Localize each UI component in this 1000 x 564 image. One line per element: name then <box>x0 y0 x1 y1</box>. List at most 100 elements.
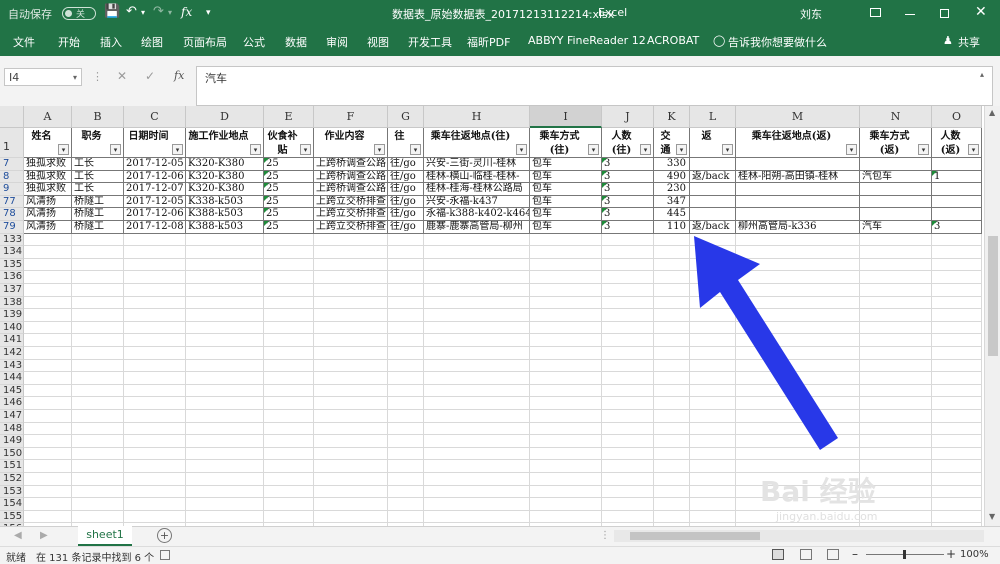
empty-cell[interactable] <box>186 296 264 310</box>
empty-cell[interactable] <box>264 397 314 410</box>
empty-cell[interactable] <box>314 498 388 511</box>
empty-cell[interactable] <box>72 284 124 297</box>
column-header-j[interactable]: J <box>602 106 654 128</box>
formula-input[interactable]: 汽车 <box>196 66 993 106</box>
tab-draw[interactable]: 绘图 <box>141 34 163 50</box>
empty-cell[interactable] <box>860 422 932 436</box>
empty-cell[interactable] <box>932 460 982 473</box>
empty-cell[interactable] <box>186 422 264 436</box>
empty-cell[interactable] <box>932 384 982 398</box>
tab-acrobat[interactable]: ACROBAT <box>647 34 699 47</box>
column-header-f[interactable]: F <box>314 106 388 128</box>
cell-count-go[interactable]: 3 <box>602 158 654 171</box>
cell-route-back[interactable]: 桂林-阳朔-高田镇-桂林 <box>736 170 860 184</box>
empty-cell[interactable] <box>932 372 982 385</box>
empty-cell[interactable] <box>72 422 124 436</box>
filter-dropdown-icon[interactable]: ▾ <box>968 144 979 155</box>
empty-cell[interactable] <box>388 359 424 373</box>
row-header[interactable]: 152 <box>0 473 24 486</box>
empty-cell[interactable] <box>388 284 424 297</box>
empty-cell[interactable] <box>264 410 314 423</box>
empty-cell[interactable] <box>264 498 314 511</box>
empty-cell[interactable] <box>124 284 186 297</box>
empty-cell[interactable] <box>24 284 72 297</box>
prev-sheet-icon[interactable]: ◀ <box>14 530 22 541</box>
empty-cell[interactable] <box>186 271 264 284</box>
empty-cell[interactable] <box>264 473 314 486</box>
empty-cell[interactable] <box>124 347 186 360</box>
row-header[interactable]: 153 <box>0 485 24 499</box>
empty-cell[interactable] <box>264 435 314 448</box>
tell-me-search[interactable]: 告诉我你想要做什么 <box>728 34 827 50</box>
empty-cell[interactable] <box>72 510 124 524</box>
header-cell-site[interactable]: 施工作业地点 ▾ <box>186 128 264 158</box>
empty-cell[interactable] <box>24 384 72 398</box>
empty-cell[interactable] <box>530 334 602 347</box>
empty-cell[interactable] <box>388 498 424 511</box>
empty-cell[interactable] <box>602 410 654 423</box>
empty-cell[interactable] <box>530 485 602 499</box>
empty-cell[interactable] <box>24 372 72 385</box>
empty-cell[interactable] <box>24 296 72 310</box>
empty-cell[interactable] <box>314 485 388 499</box>
empty-cell[interactable] <box>690 473 736 486</box>
empty-cell[interactable] <box>602 334 654 347</box>
empty-cell[interactable] <box>264 296 314 310</box>
cell-mode-go[interactable]: 包车 <box>530 183 602 196</box>
empty-cell[interactable] <box>932 334 982 347</box>
empty-cell[interactable] <box>124 296 186 310</box>
cell-fare[interactable]: 347 <box>654 195 690 209</box>
cell-count-go[interactable]: 3 <box>602 195 654 209</box>
row-header[interactable]: 78 <box>0 208 24 221</box>
empty-cell[interactable] <box>264 258 314 272</box>
empty-cell[interactable] <box>424 498 530 511</box>
row-header[interactable]: 145 <box>0 384 24 398</box>
empty-cell[interactable] <box>124 435 186 448</box>
empty-cell[interactable] <box>124 372 186 385</box>
empty-cell[interactable] <box>860 359 932 373</box>
empty-cell[interactable] <box>72 359 124 373</box>
cell-go[interactable]: 往/go <box>388 208 424 221</box>
cell-meal[interactable]: 25 <box>264 170 314 184</box>
row-header[interactable]: 77 <box>0 195 24 209</box>
row-header[interactable]: 7 <box>0 158 24 171</box>
empty-cell[interactable] <box>388 510 424 524</box>
empty-cell[interactable] <box>424 410 530 423</box>
empty-cell[interactable] <box>860 246 932 259</box>
row-header[interactable]: 144 <box>0 372 24 385</box>
scroll-down-icon[interactable]: ▼ <box>989 512 995 521</box>
cell-work[interactable]: 上跨桥调查公路 <box>314 170 388 184</box>
empty-cell[interactable] <box>690 498 736 511</box>
empty-cell[interactable] <box>602 510 654 524</box>
empty-cell[interactable] <box>602 347 654 360</box>
empty-cell[interactable] <box>424 447 530 461</box>
empty-cell[interactable] <box>186 284 264 297</box>
column-header-d[interactable]: D <box>186 106 264 128</box>
cell-mode-go[interactable]: 包车 <box>530 208 602 221</box>
empty-cell[interactable] <box>530 447 602 461</box>
empty-cell[interactable] <box>314 258 388 272</box>
cell-route-back[interactable] <box>736 183 860 196</box>
empty-cell[interactable] <box>264 284 314 297</box>
cell-go[interactable]: 往/go <box>388 158 424 171</box>
empty-cell[interactable] <box>530 347 602 360</box>
empty-cell[interactable] <box>186 321 264 335</box>
empty-cell[interactable] <box>690 510 736 524</box>
empty-cell[interactable] <box>264 271 314 284</box>
empty-cell[interactable] <box>602 271 654 284</box>
tab-page-layout[interactable]: 页面布局 <box>183 34 227 50</box>
row-header[interactable]: 150 <box>0 447 24 461</box>
empty-cell[interactable] <box>186 447 264 461</box>
zoom-out-icon[interactable]: – <box>852 547 858 561</box>
empty-cell[interactable] <box>602 473 654 486</box>
empty-cell[interactable] <box>72 372 124 385</box>
empty-cell[interactable] <box>314 334 388 347</box>
empty-cell[interactable] <box>388 485 424 499</box>
empty-cell[interactable] <box>186 410 264 423</box>
empty-cell[interactable] <box>860 334 932 347</box>
empty-cell[interactable] <box>124 460 186 473</box>
empty-cell[interactable] <box>124 485 186 499</box>
empty-cell[interactable] <box>424 258 530 272</box>
formula-bar-grip-icon[interactable]: ⋮ <box>92 70 103 83</box>
cell-title[interactable]: 工长 <box>72 170 124 184</box>
